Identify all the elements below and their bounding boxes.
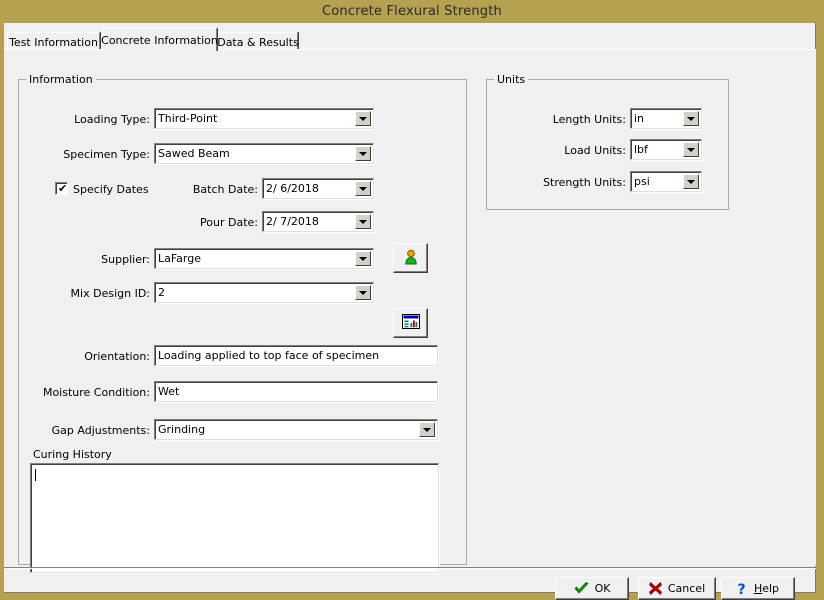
batch-date-value: 2/ 6/2018 (266, 179, 353, 198)
ok-button[interactable]: OK (555, 577, 629, 600)
chevron-down-icon[interactable] (683, 142, 699, 157)
length-units-value: in (634, 109, 681, 128)
red-x-icon (649, 582, 662, 595)
length-units-label: Length Units: (504, 113, 626, 127)
tab-label: Concrete Information (101, 34, 218, 47)
load-units-label: Load Units: (504, 144, 626, 158)
window-title: Concrete Flexural Strength (322, 4, 502, 19)
loading-type-combobox[interactable]: Third-Point (154, 108, 374, 129)
pour-date-picker[interactable]: 2/ 7/2018 (262, 211, 374, 232)
svg-text:?: ? (737, 582, 745, 596)
load-units-value: lbf (634, 140, 681, 159)
specimen-type-label: Specimen Type: (44, 148, 150, 162)
supplier-combobox[interactable]: LaFarge (154, 248, 374, 269)
mix-design-id-value: 2 (158, 283, 353, 302)
moisture-condition-label: Moisture Condition: (20, 386, 150, 400)
units-groupbox-legend: Units (494, 73, 528, 86)
chevron-down-icon[interactable] (355, 285, 371, 300)
cancel-button[interactable]: Cancel (638, 577, 716, 600)
moisture-condition-textbox[interactable]: Wet (154, 381, 438, 402)
green-check-icon (574, 582, 589, 595)
help-button-label: Help (754, 582, 779, 595)
length-units-combobox[interactable]: in (630, 108, 702, 129)
question-mark-icon: ? (737, 582, 748, 596)
mix-design-id-label: Mix Design ID: (44, 287, 150, 301)
title-bar: Concrete Flexural Strength (0, 0, 824, 23)
specimen-type-combobox[interactable]: Sawed Beam (154, 143, 374, 164)
loading-type-label: Loading Type: (44, 113, 150, 127)
gap-adjustments-label: Gap Adjustments: (30, 424, 150, 438)
footer-separator (4, 567, 816, 569)
text-caret (35, 468, 36, 481)
chevron-down-icon[interactable] (355, 181, 371, 196)
tab-strip: Test Information Concrete Information Da… (4, 26, 816, 51)
moisture-condition-value: Wet (158, 382, 434, 401)
supplier-lookup-button[interactable] (393, 243, 428, 273)
supplier-value: LaFarge (158, 249, 353, 268)
tab-label: Test Information (9, 36, 98, 49)
dialog-window: Concrete Flexural Strength Test Informat… (0, 0, 824, 599)
strength-units-label: Strength Units: (504, 176, 626, 190)
mix-design-id-combobox[interactable]: 2 (154, 282, 374, 303)
client-area: Test Information Concrete Information Da… (4, 23, 816, 593)
gap-adjustments-value: Grinding (158, 420, 417, 439)
pour-date-value: 2/ 7/2018 (266, 212, 353, 231)
report-window-icon (402, 314, 420, 332)
curing-history-label: Curing History (33, 448, 173, 462)
checkmark-icon: ✔ (58, 183, 67, 194)
ok-button-label: OK (595, 582, 611, 595)
tab-page-concrete-information: Information Loading Type: Third-Point Sp… (4, 50, 816, 566)
chevron-down-icon[interactable] (355, 146, 371, 161)
chevron-down-icon[interactable] (355, 111, 371, 126)
chevron-down-icon[interactable] (355, 251, 371, 266)
batch-date-picker[interactable]: 2/ 6/2018 (262, 178, 374, 199)
gap-adjustments-combobox[interactable]: Grinding (154, 419, 438, 440)
orientation-label: Orientation: (34, 350, 150, 364)
cancel-button-label: Cancel (668, 582, 705, 595)
load-units-combobox[interactable]: lbf (630, 139, 702, 160)
chevron-down-icon[interactable] (419, 422, 435, 437)
supplier-label: Supplier: (44, 253, 150, 267)
loading-type-value: Third-Point (158, 109, 353, 128)
specify-dates-checkbox[interactable]: ✔ (55, 182, 68, 195)
orientation-value: Loading applied to top face of specimen (158, 346, 434, 365)
chevron-down-icon[interactable] (683, 111, 699, 126)
curing-history-textarea[interactable] (30, 463, 439, 573)
help-button[interactable]: ? Help (721, 577, 795, 600)
orientation-textbox[interactable]: Loading applied to top face of specimen (154, 345, 438, 366)
specimen-type-value: Sawed Beam (158, 144, 353, 163)
mix-design-lookup-button[interactable] (393, 308, 428, 338)
chevron-down-icon[interactable] (683, 174, 699, 189)
chevron-down-icon[interactable] (355, 214, 371, 229)
tab-label: Data & Results (217, 36, 299, 49)
strength-units-combobox[interactable]: psi (630, 171, 702, 192)
person-icon (403, 249, 419, 268)
information-groupbox-legend: Information (26, 73, 96, 86)
strength-units-value: psi (634, 172, 681, 191)
tab-concrete-information[interactable]: Concrete Information (102, 28, 217, 51)
batch-date-label: Batch Date: (154, 183, 258, 197)
pour-date-label: Pour Date: (154, 216, 258, 230)
